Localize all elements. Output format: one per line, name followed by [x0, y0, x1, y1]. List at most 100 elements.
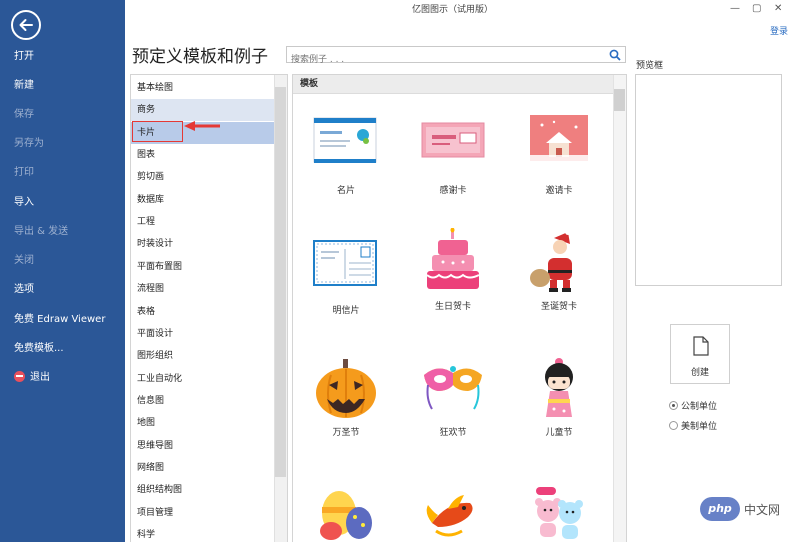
nav-exit[interactable]: 退出 [0, 365, 125, 391]
preview-label: 预览框 [636, 61, 664, 71]
search-box[interactable] [286, 46, 626, 68]
template-item[interactable]: 感谢卡 [405, 115, 501, 196]
template-label: 儿童节 [545, 428, 573, 438]
window-title-text: 亿图图示（试用版） [411, 5, 493, 15]
arrow-left-icon [19, 19, 33, 31]
category-item[interactable]: 图形组织 [131, 345, 274, 367]
template-section-title: 模板 [293, 75, 613, 94]
metric-unit-label: 公制单位 [681, 402, 718, 412]
nav-new[interactable]: 新建 [0, 73, 125, 99]
template-item[interactable]: 儿童节 [511, 355, 607, 438]
template-item[interactable]: 万圣节 [298, 355, 394, 438]
maximize-icon[interactable]: ▢ [752, 3, 761, 14]
category-item[interactable]: 流程图 [131, 278, 274, 300]
template-label: 感谢卡 [439, 186, 467, 196]
template-label: 狂欢节 [439, 428, 467, 438]
pumpkin-thumbnail [311, 355, 381, 421]
category-item[interactable]: 数据库 [131, 189, 274, 211]
template-label: 名片 [336, 186, 355, 196]
category-item[interactable]: 时装设计 [131, 233, 274, 255]
template-panel: 模板 名片 感谢卡 邀请卡 明信片 生日贺卡 圣诞贺卡 万圣节 狂欢节 儿童节 [292, 74, 627, 542]
watermark: php 中文网 [700, 497, 796, 523]
nav-import[interactable]: 导入 [0, 190, 125, 216]
category-list: 基本绘图 商务 卡片 图表 剪切画 数据库 工程 时装设计 平面布置图 流程图 … [130, 74, 288, 542]
nav-export-send[interactable]: 导出 & 发送 [0, 219, 125, 245]
metric-unit-radio[interactable]: 公制单位 [669, 399, 717, 412]
search-icon[interactable] [609, 49, 621, 61]
category-scrollbar[interactable] [274, 75, 287, 542]
template-item[interactable] [405, 483, 501, 541]
category-item[interactable]: 项目管理 [131, 502, 274, 524]
category-item[interactable]: 图表 [131, 144, 274, 166]
search-input[interactable] [287, 52, 587, 68]
category-item[interactable]: 平面布置图 [131, 256, 274, 278]
template-item[interactable] [511, 483, 607, 541]
nav-open[interactable]: 打开 [0, 44, 125, 70]
template-label: 生日贺卡 [434, 302, 471, 312]
easter-eggs-thumbnail [311, 483, 381, 541]
category-item[interactable]: 组织结构图 [131, 479, 274, 501]
window-title: 亿图图示（试用版） [125, 0, 800, 20]
nav-save[interactable]: 保存 [0, 102, 125, 128]
template-scrollbar[interactable] [613, 75, 626, 542]
business-card-thumbnail [311, 115, 381, 173]
birthday-cake-thumbnail [418, 227, 488, 293]
doll-thumbnail [524, 355, 594, 421]
santa-claus-thumbnail [524, 228, 594, 293]
template-item[interactable]: 圣诞贺卡 [511, 228, 607, 312]
nav-save-as[interactable]: 另存为 [0, 131, 125, 157]
category-item[interactable]: 科学 [131, 524, 274, 542]
exit-icon [14, 371, 25, 382]
template-item[interactable]: 狂欢节 [405, 355, 501, 438]
app-window: 打开 新建 保存 另存为 打印 导入 导出 & 发送 关闭 选项 免费 Edra… [0, 0, 800, 542]
close-icon[interactable]: ✕ [774, 3, 782, 14]
category-item[interactable]: 表格 [131, 301, 274, 323]
postcard-thumbnail [311, 235, 381, 293]
category-item[interactable]: 基本绘图 [131, 77, 274, 99]
backstage-nav: 打开 新建 保存 另存为 打印 导入 导出 & 发送 关闭 选项 免费 Edra… [0, 0, 125, 542]
us-unit-radio[interactable]: 美制单位 [669, 419, 717, 432]
category-item[interactable]: 剪切画 [131, 166, 274, 188]
category-item[interactable]: 工程 [131, 211, 274, 233]
document-icon [693, 336, 709, 356]
watermark-text: 中文网 [744, 503, 781, 517]
category-item[interactable]: 网络图 [131, 457, 274, 479]
create-button[interactable]: 创建 [670, 324, 730, 384]
login-link[interactable]: 登录 [770, 24, 788, 37]
radio-icon [669, 421, 678, 430]
us-unit-label: 美制单位 [681, 422, 718, 432]
category-item[interactable]: 地图 [131, 412, 274, 434]
template-label: 明信片 [332, 306, 360, 316]
nav-options[interactable]: 选项 [0, 277, 125, 303]
category-item[interactable]: 工业自动化 [131, 368, 274, 390]
minimize-icon[interactable]: — [730, 3, 740, 14]
thank-you-card-thumbnail [418, 115, 488, 173]
back-button[interactable] [11, 10, 41, 40]
template-label: 圣诞贺卡 [540, 302, 577, 312]
preview-box [635, 74, 782, 286]
template-label: 万圣节 [332, 428, 360, 438]
template-item[interactable] [298, 483, 394, 541]
invitation-card-thumbnail [524, 115, 594, 173]
template-item[interactable]: 邀请卡 [511, 115, 607, 196]
nav-free-templates[interactable]: 免费模板... [0, 336, 125, 362]
nav-print[interactable]: 打印 [0, 160, 125, 186]
category-scroll-thumb[interactable] [275, 87, 286, 477]
template-item[interactable]: 生日贺卡 [405, 227, 501, 312]
template-label: 邀请卡 [545, 186, 573, 196]
nav-free-viewer[interactable]: 免费 Edraw Viewer [0, 307, 125, 333]
radio-icon [669, 401, 678, 410]
nav-close[interactable]: 关闭 [0, 248, 125, 274]
php-logo: php [700, 497, 740, 521]
page-title: 预定义模板和例子 [132, 47, 268, 67]
template-item[interactable]: 名片 [298, 115, 394, 196]
template-scroll-thumb[interactable] [614, 89, 625, 111]
category-item[interactable]: 平面设计 [131, 323, 274, 345]
arrow-left-icon [184, 121, 220, 131]
koi-fish-thumbnail [418, 483, 488, 541]
category-item[interactable]: 商务 [131, 99, 274, 121]
template-item[interactable]: 明信片 [298, 235, 394, 316]
category-item[interactable]: 思维导图 [131, 435, 274, 457]
bears-thumbnail [524, 483, 594, 541]
category-item[interactable]: 信息图 [131, 390, 274, 412]
